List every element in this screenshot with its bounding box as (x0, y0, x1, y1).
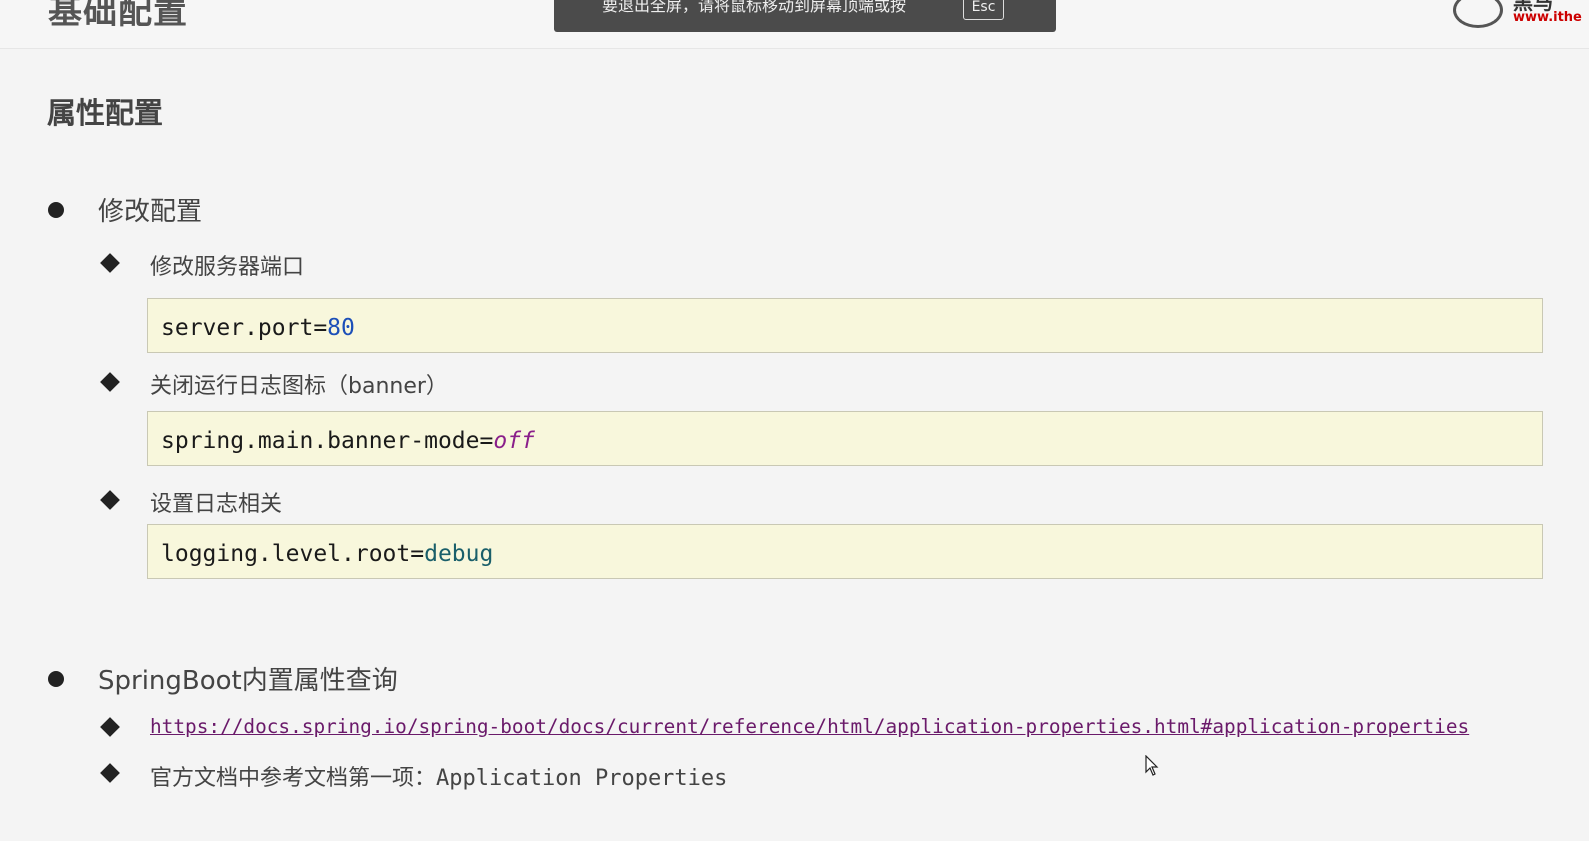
subitem-server-port: 修改服务器端口 (150, 255, 305, 280)
fullscreen-exit-message: 要退出全屏，请将鼠标移动到屏幕顶端或按 (602, 0, 907, 15)
diamond-bullet-icon (100, 253, 120, 273)
code-block-server-port: server.port=80 (147, 298, 1543, 353)
code-value: debug (424, 541, 494, 567)
code-value: off (493, 428, 535, 454)
diamond-bullet-icon (100, 763, 120, 783)
code-block-logging-level: logging.level.root=debug (147, 524, 1543, 579)
code-key: server.port= (161, 315, 328, 341)
spring-docs-link[interactable]: https://docs.spring.io/spring-boot/docs/… (150, 715, 1469, 738)
logo-url-text: www.ithe (1513, 10, 1582, 25)
official-docs-suffix: Application Properties (436, 766, 728, 791)
list-item-springboot-properties: SpringBoot内置属性查询 (98, 666, 398, 696)
code-value: 80 (327, 315, 355, 341)
code-key: logging.level.root= (161, 541, 425, 567)
page-title: 基础配置 (48, 0, 188, 32)
list-item-modify-config: 修改配置 (98, 197, 203, 227)
diamond-bullet-icon (100, 490, 120, 510)
fullscreen-exit-banner: 要退出全屏，请将鼠标移动到屏幕顶端或按 Esc (554, 0, 1056, 32)
bullet-icon (48, 202, 64, 218)
slide-header: 基础配置 要退出全屏，请将鼠标移动到屏幕顶端或按 Esc 黑马 www.ithe (0, 0, 1589, 49)
diamond-bullet-icon (100, 717, 120, 737)
subitem-official-docs: 官方文档中参考文档第一项：Application Properties (150, 760, 727, 792)
subitem-banner: 关闭运行日志图标（banner） (150, 374, 448, 399)
code-key: spring.main.banner-mode= (161, 428, 494, 454)
logo-ring-icon (1453, 0, 1503, 28)
diamond-bullet-icon (100, 372, 120, 392)
mouse-pointer-icon (1145, 755, 1159, 776)
section-heading: 属性配置 (47, 96, 164, 130)
brand-logo: 黑马 www.ithe (1453, 0, 1589, 32)
subitem-logging: 设置日志相关 (150, 492, 283, 517)
official-docs-prefix: 官方文档中参考文档第一项： (150, 766, 437, 791)
esc-key-hint: Esc (963, 0, 1004, 20)
code-block-banner-mode: spring.main.banner-mode=off (147, 411, 1543, 466)
bullet-icon (48, 671, 64, 687)
